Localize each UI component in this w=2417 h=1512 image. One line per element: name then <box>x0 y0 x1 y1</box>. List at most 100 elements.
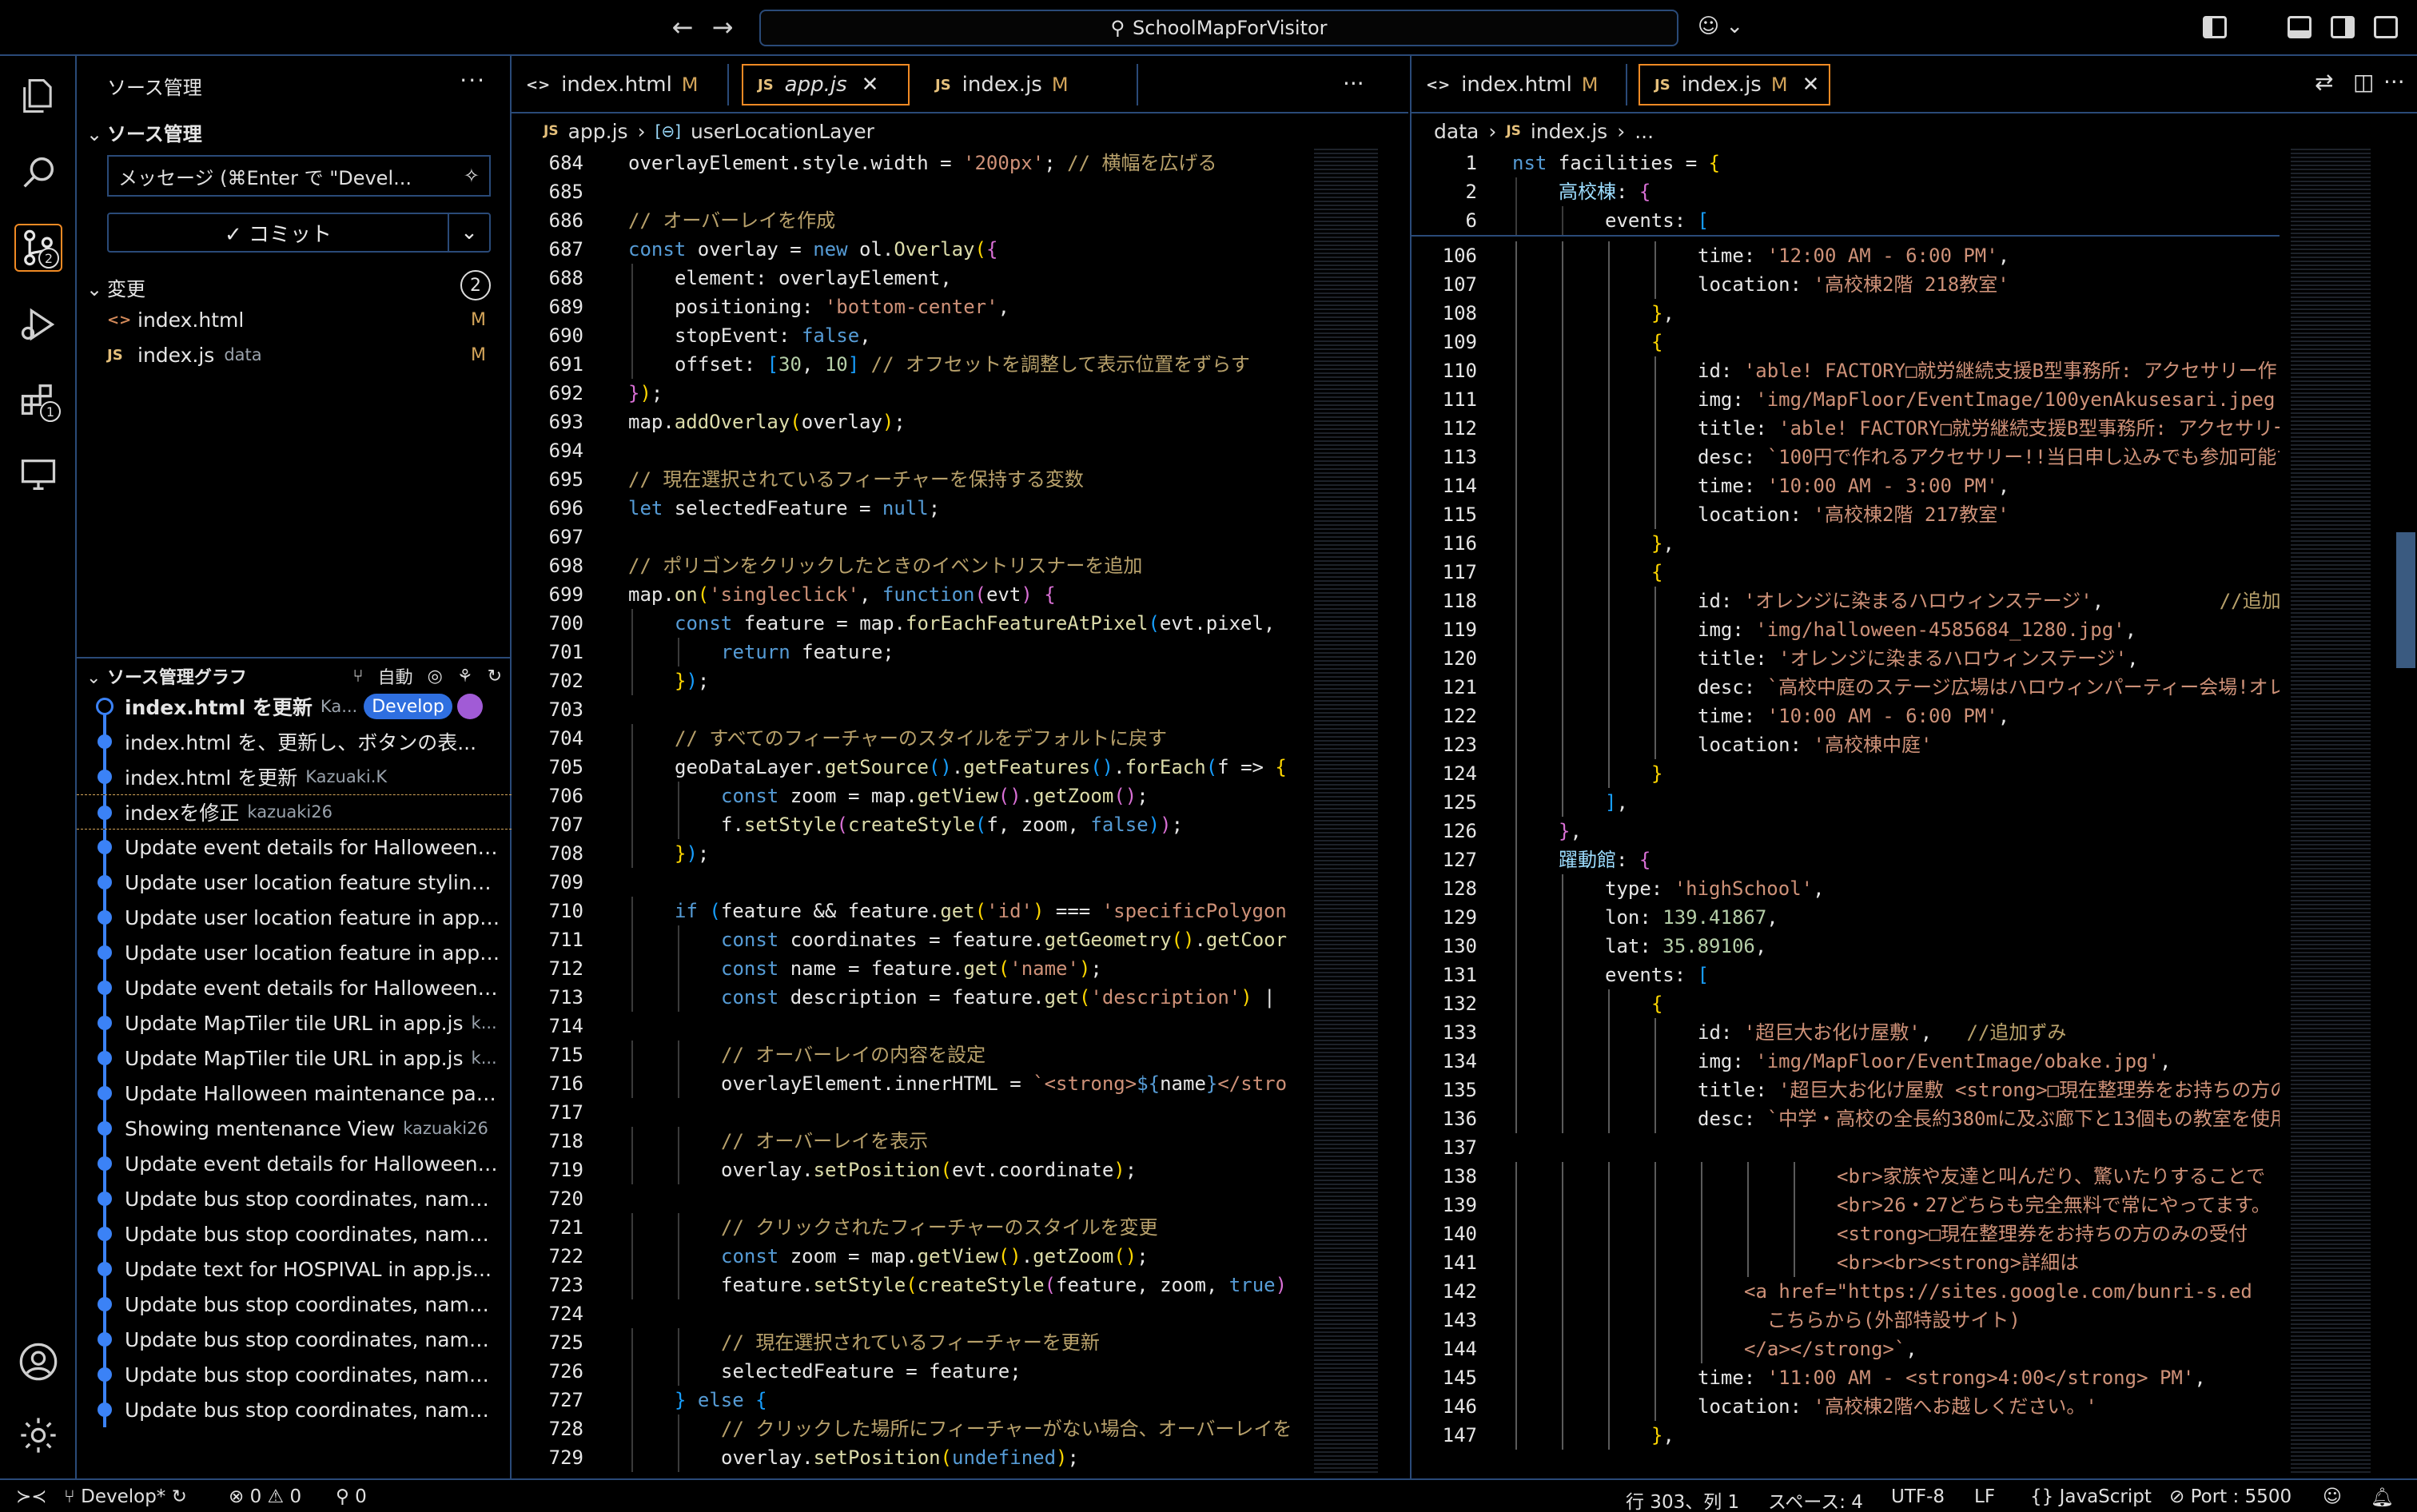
more-actions-icon[interactable]: ··· <box>460 67 486 94</box>
graph-commit-row[interactable]: Update event details for Halloween ... <box>77 970 512 1005</box>
language-mode[interactable]: {} JavaScript <box>2030 1486 2152 1507</box>
tab-index-html[interactable]: <> index.html M <box>1412 64 1627 105</box>
minimap[interactable] <box>1314 149 1378 1475</box>
indent-guide <box>1562 385 1563 414</box>
graph-commit-row[interactable]: Update user location feature in app.... <box>77 935 512 970</box>
account-icon[interactable] <box>14 1338 62 1386</box>
cursor-position[interactable]: 行 303、列 1 <box>1626 1486 1739 1512</box>
indent-guide <box>1515 759 1517 788</box>
indent-guide <box>1654 414 1656 443</box>
search-icon[interactable] <box>14 149 62 197</box>
code-editor[interactable]: 106 time: '12:00 AM - 6:00 PM', 107 locatio… <box>1412 241 2280 1472</box>
remote-explorer-icon[interactable] <box>14 451 62 499</box>
tab-index-html[interactable]: <> index.html M <box>512 64 729 105</box>
changes-header[interactable]: ⌄ 変更 <box>86 273 145 301</box>
breadcrumb-file[interactable]: index.js <box>1531 120 1607 143</box>
code-text: // すべてのフィーチャーのスタイルをデフォルトに戻す <box>675 727 1167 750</box>
graph-commit-row[interactable]: Update event details for Halloween ... <box>77 1146 512 1181</box>
commit-message-input[interactable]: メッセージ (⌘Enter で "Devel... ✧ <box>107 155 491 197</box>
breadcrumb-folder[interactable]: data <box>1434 120 1479 143</box>
scm-section-header[interactable]: ⌄ ソース管理 <box>86 118 202 146</box>
graph-commit-row[interactable]: indexを修正 kazuaki26 <box>77 794 512 830</box>
customize-layout-icon[interactable] <box>2374 16 2398 38</box>
copilot-icon[interactable]: ☺ ⌄ <box>1698 14 1749 42</box>
graph-commit-row[interactable]: Update bus stop coordinates, name... <box>77 1392 512 1427</box>
forward-arrow-icon[interactable]: → <box>708 13 737 42</box>
line-number: 728 <box>548 1418 583 1440</box>
scrollbar-thumb[interactable] <box>2396 532 2415 668</box>
breadcrumb-symbol[interactable]: ... <box>1635 120 1654 143</box>
copilot-status-icon[interactable]: ☺ <box>2323 1486 2342 1507</box>
toggle-panel-icon[interactable] <box>2288 16 2311 38</box>
graph-commit-row[interactable]: Update text for HOSPIVAL in app.js... <box>77 1251 512 1287</box>
toggle-secondary-sidebar-icon[interactable] <box>2331 16 2355 38</box>
notifications-bell-icon[interactable]: 🔔︎ <box>2371 1486 2394 1508</box>
graph-commit-row[interactable]: Update user location feature styling... <box>77 865 512 900</box>
breadcrumb-symbol[interactable]: userLocationLayer <box>691 120 874 143</box>
graph-commit-row[interactable]: index.html を更新 Ka... Develop <box>77 689 512 724</box>
more-actions-icon[interactable]: ··· <box>1343 70 1364 97</box>
line-number: 138 <box>1442 1165 1477 1188</box>
command-center-search[interactable]: ⚲ SchoolMapForVisitor <box>759 10 1678 46</box>
branch-icon[interactable]: ⑂ <box>352 666 363 686</box>
code-line: 113 desc: `100円で作れるアクセサリー!!当日申し込みでも参加可能で <box>1412 443 2280 472</box>
graph-commit-row[interactable]: index.html を更新 Kazuaki.K <box>77 759 512 794</box>
graph-commit-row[interactable]: Update bus stop coordinates, name... <box>77 1287 512 1322</box>
refresh-icon[interactable]: ↻ <box>488 666 502 686</box>
problems-status[interactable]: ⊗ 0 ⚠ 0 <box>229 1486 301 1507</box>
sticky-scroll[interactable]: 1 nst facilities = {2 高校棟: {6 events: [ <box>1412 149 2280 237</box>
settings-gear-icon[interactable] <box>14 1411 62 1459</box>
minimap[interactable] <box>2291 149 2371 1475</box>
changed-file-index-html[interactable]: <> index.html M <box>107 304 499 336</box>
graph-commit-row[interactable]: Update Halloween maintenance pag... <box>77 1076 512 1111</box>
graph-auto-label[interactable]: 自動 <box>378 663 413 689</box>
tab-index-js[interactable]: JS index.js M <box>921 64 1138 105</box>
graph-commit-row[interactable]: Update bus stop coordinates, name... <box>77 1357 512 1392</box>
graph-commit-row[interactable]: Showing mentenance View kazuaki26 <box>77 1111 512 1146</box>
ports-status[interactable]: ⚲ 0 <box>336 1486 367 1507</box>
graph-commit-row[interactable]: Update bus stop coordinates, name... <box>77 1216 512 1251</box>
graph-commit-row[interactable]: Update bus stop coordinates, name... <box>77 1322 512 1357</box>
graph-commit-row[interactable]: index.html を、更新し、ボタンの表... <box>77 724 512 759</box>
indent-guide <box>1654 500 1656 529</box>
sparkle-icon[interactable]: ✧ <box>464 165 480 187</box>
changed-file-index-js[interactable]: JS index.js data M <box>107 339 499 371</box>
end-of-line[interactable]: LF <box>1974 1486 1995 1507</box>
graph-commit-row[interactable]: Update bus stop coordinates, name... <box>77 1181 512 1216</box>
commit-button[interactable]: ✓ コミット ⌄ <box>107 213 491 253</box>
fetch-icon[interactable]: ⚘ <box>457 666 473 686</box>
commit-dropdown-icon[interactable]: ⌄ <box>448 214 489 251</box>
close-icon[interactable]: ✕ <box>862 73 879 97</box>
back-arrow-icon[interactable]: ← <box>668 13 697 42</box>
graph-commit-row[interactable]: Update MapTiler tile URL in app.js k... <box>77 1005 512 1040</box>
graph-commit-row[interactable]: Update event details for Halloween ... <box>77 830 512 865</box>
more-actions-icon[interactable]: ··· <box>2383 69 2405 95</box>
compare-changes-icon[interactable]: ⇄ <box>2315 69 2333 95</box>
code-text: id: 'able! FACTORY□就労継続支援B型事務所: アクセサリー作り <box>1698 360 2280 382</box>
indent-guide <box>1654 1191 1656 1220</box>
tab-index-js[interactable]: JS index.js M ✕ <box>1639 64 1830 105</box>
branch-status[interactable]: ⑂ Develop* ↻ <box>64 1486 187 1507</box>
target-icon[interactable]: ◎ <box>428 666 443 686</box>
remote-icon[interactable]: ≻≺ <box>16 1486 47 1507</box>
split-editor-icon[interactable]: ◫ <box>2353 69 2374 95</box>
encoding[interactable]: UTF-8 <box>1891 1486 1945 1507</box>
code-editor[interactable]: 684 overlayElement.style.width = '200px';… <box>512 149 1311 1472</box>
live-server-port[interactable]: ⊘ Port : 5500 <box>2169 1486 2292 1507</box>
graph-section-header[interactable]: ⌄ ソース管理グラフ ⑂ 自動 ◎ ⚘ ↻ <box>77 657 512 689</box>
breadcrumb-file[interactable]: app.js <box>568 120 628 143</box>
graph-toolbar: ⑂ 自動 ◎ ⚘ ↻ <box>352 663 502 689</box>
indent-guide <box>1515 177 1517 206</box>
explorer-icon[interactable] <box>14 72 62 120</box>
graph-commit-row[interactable]: Update MapTiler tile URL in app.js k... <box>77 1040 512 1076</box>
graph-commit-row[interactable]: Update user location feature in app.... <box>77 900 512 935</box>
run-debug-icon[interactable] <box>14 300 62 348</box>
extensions-icon[interactable]: 1 <box>14 376 62 424</box>
toggle-primary-sidebar-icon[interactable] <box>2203 16 2227 38</box>
code-line: 728 // クリックした場所にフィーチャーがない場合、オーバーレイを <box>512 1415 1311 1443</box>
indentation[interactable]: スペース: 4 <box>1768 1486 1863 1512</box>
indent-guide <box>1562 673 1563 702</box>
tab-app-js[interactable]: JS app.js ✕ <box>742 64 910 105</box>
close-icon[interactable]: ✕ <box>1802 73 1820 97</box>
source-control-icon[interactable]: 2 <box>14 224 62 272</box>
